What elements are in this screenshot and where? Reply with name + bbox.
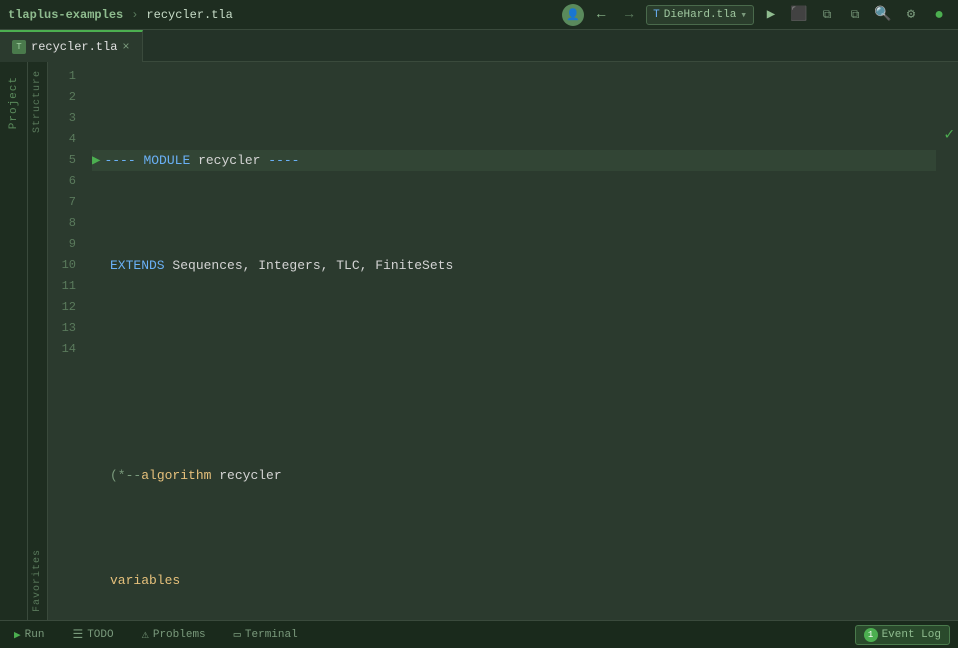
tab-file-icon: T: [12, 40, 26, 54]
tab-recycler[interactable]: T recycler.tla ×: [0, 30, 143, 62]
topbar-breadcrumb: tlaplus-examples › recycler.tla: [8, 8, 233, 22]
validation-checkmark: ✓: [944, 124, 954, 144]
sidebar-project-icon[interactable]: Project: [6, 70, 22, 135]
user-avatar[interactable]: 👤: [562, 4, 584, 26]
project-name[interactable]: tlaplus-examples: [8, 8, 123, 22]
copy1-button[interactable]: ⧉: [816, 4, 838, 26]
tabs-bar: T recycler.tla ×: [0, 30, 958, 62]
line-numbers: 1 2 3 4 5 6 7 8 9 10 11 12 13 14: [48, 62, 84, 620]
terminal-label: Terminal: [245, 629, 298, 641]
search-button[interactable]: 🔍: [872, 4, 894, 26]
code-line-4: (*--algorithm recycler: [92, 465, 936, 486]
code-line-5: variables: [92, 570, 936, 591]
run-bottom-icon: ▶: [14, 628, 21, 642]
right-gutter: [944, 62, 958, 620]
structure-label[interactable]: Structure: [28, 62, 47, 141]
terminal-icon: ▭: [234, 627, 241, 642]
topbar: tlaplus-examples › recycler.tla 👤 ← → T …: [0, 0, 958, 30]
code-line-1: ▶---- MODULE recycler ----: [92, 150, 936, 171]
run-button[interactable]: ▶: [760, 4, 782, 26]
copy2-button[interactable]: ⧉: [844, 4, 866, 26]
problems-label: Problems: [153, 629, 206, 641]
left-sidebar: Project: [0, 62, 28, 620]
run-bottom-button[interactable]: ▶ Run: [8, 626, 50, 644]
breadcrumb-file[interactable]: recycler.tla: [146, 8, 232, 22]
file-dropdown[interactable]: T DieHard.tla ▾: [646, 5, 754, 25]
breadcrumb-separator: ›: [131, 8, 138, 22]
terminal-button[interactable]: ▭ Terminal: [228, 625, 304, 644]
todo-button[interactable]: ☰ TODO: [66, 625, 119, 644]
forward-button[interactable]: →: [618, 4, 640, 26]
event-log-button[interactable]: 1 Event Log: [855, 625, 950, 645]
vertical-labels: Structure Favorites: [28, 62, 48, 620]
code-line-2: EXTENDS Sequences, Integers, TLC, Finite…: [92, 255, 936, 276]
settings-button[interactable]: ⚙: [900, 4, 922, 26]
back-button[interactable]: ←: [590, 4, 612, 26]
problems-button[interactable]: ⚠ Problems: [136, 625, 212, 644]
favorites-label[interactable]: Favorites: [28, 541, 47, 620]
main-layout: Project Structure Favorites 1 2 3 4 5 6 …: [0, 62, 958, 620]
tab-close-button[interactable]: ×: [122, 41, 129, 53]
dropdown-file-name: DieHard.tla: [664, 9, 737, 21]
run-label: Run: [25, 629, 45, 641]
tab-label: recycler.tla: [31, 40, 117, 54]
color-button[interactable]: ●: [928, 4, 950, 26]
stop-button[interactable]: ⬛: [788, 4, 810, 26]
code-editor[interactable]: ▶---- MODULE recycler ---- EXTENDS Seque…: [84, 62, 944, 620]
todo-icon: ☰: [72, 627, 83, 642]
bottombar: ▶ Run ☰ TODO ⚠ Problems ▭ Terminal 1 Eve…: [0, 620, 958, 648]
code-line-3: [92, 360, 936, 381]
dropdown-arrow-icon: ▾: [740, 8, 747, 22]
editor-wrapper: Structure Favorites 1 2 3 4 5 6 7 8 9 10…: [28, 62, 958, 620]
event-log-badge: 1: [864, 628, 878, 642]
problems-icon: ⚠: [142, 627, 149, 642]
topbar-actions: 👤 ← → T DieHard.tla ▾ ▶ ⬛ ⧉ ⧉ 🔍 ⚙ ●: [562, 4, 950, 26]
todo-label: TODO: [87, 629, 113, 641]
active-line-marker: ▶: [92, 154, 100, 168]
event-log-label: Event Log: [882, 629, 941, 641]
